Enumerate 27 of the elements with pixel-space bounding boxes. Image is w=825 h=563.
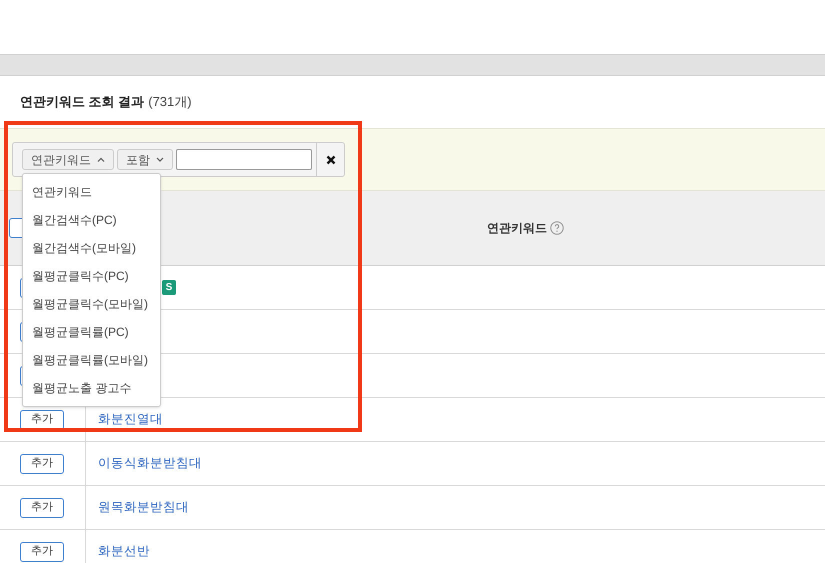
dropdown-item[interactable]: 월평균클릭률(PC) — [23, 318, 160, 346]
field-select[interactable]: 연관키워드 — [22, 149, 114, 170]
add-button[interactable]: 추가 — [20, 454, 64, 474]
dropdown-item[interactable]: 월간검색수(모바일) — [23, 234, 160, 262]
keyword-link[interactable]: 화분진열대 — [98, 410, 163, 429]
close-icon — [326, 154, 336, 164]
dropdown-item[interactable]: 월간검색수(PC) — [23, 206, 160, 234]
caret-down-icon — [156, 157, 164, 162]
operator-select[interactable]: 포함 — [117, 149, 173, 170]
caret-up-icon — [97, 157, 105, 162]
add-button[interactable]: 추가 — [20, 542, 64, 562]
help-icon — [550, 221, 564, 235]
dropdown-item[interactable]: 월평균노출 광고수 — [23, 374, 160, 402]
keyword-link[interactable]: 이동식화분받침대 — [98, 454, 202, 473]
dropdown-item[interactable]: 월평균클릭률(모바일) — [23, 346, 160, 374]
badge: S — [162, 280, 176, 295]
add-button[interactable]: 추가 — [20, 410, 64, 430]
dropdown-item[interactable]: 월평균클릭수(PC) — [23, 262, 160, 290]
column-header: 연관키워드 — [487, 220, 547, 237]
add-button[interactable]: 추가 — [20, 498, 64, 518]
result-count: (731개) — [148, 93, 192, 112]
filter-input[interactable] — [176, 149, 312, 170]
dropdown-item[interactable]: 월평균클릭수(모바일) — [23, 290, 160, 318]
keyword-link[interactable]: 원목화분받침대 — [98, 498, 189, 517]
dropdown-item[interactable]: 연관키워드 — [23, 178, 160, 206]
section-title: 연관키워드 조회 결과 — [20, 93, 144, 112]
keyword-link[interactable]: 화분선반 — [98, 542, 150, 561]
